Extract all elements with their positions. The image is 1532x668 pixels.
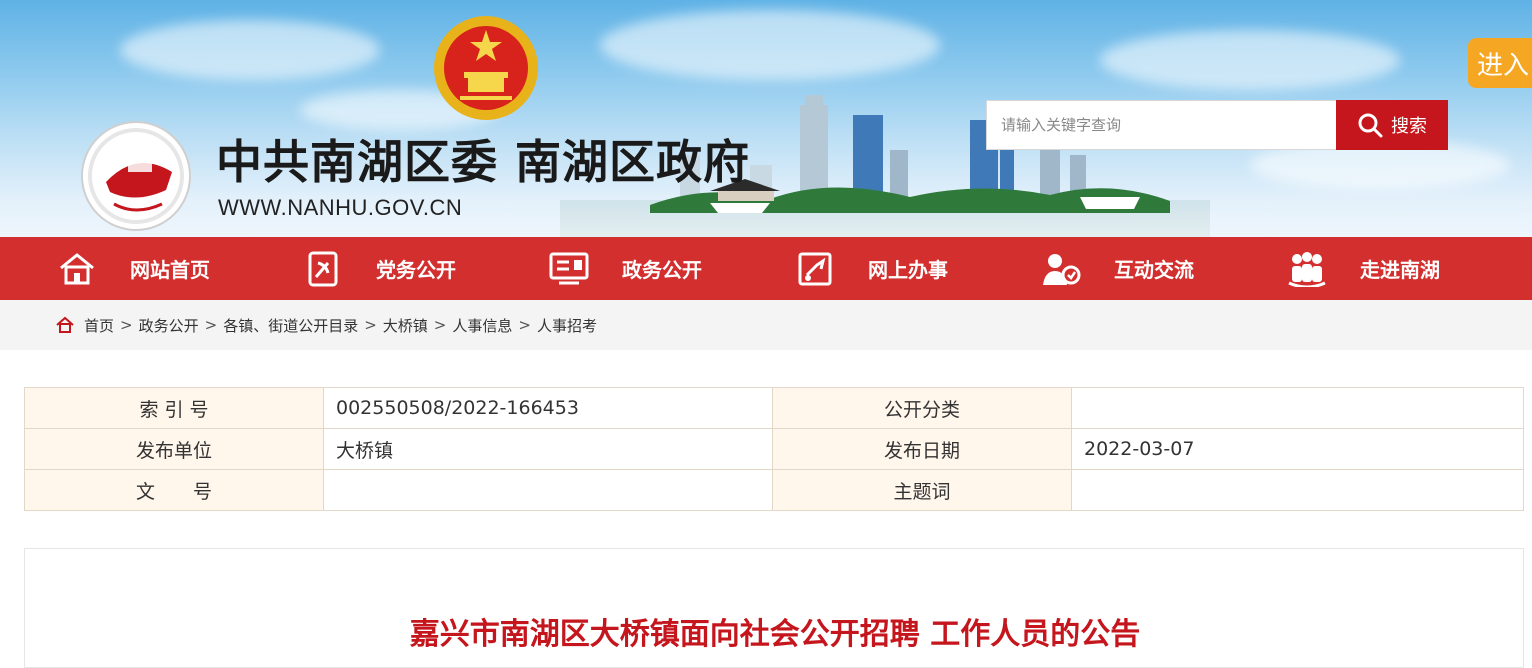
nav-item-party[interactable]: 党务公开 — [302, 237, 548, 300]
nav-item-label: 党务公开 — [376, 258, 456, 282]
meta-label: 发布日期 — [772, 428, 1072, 470]
meta-label: 公开分类 — [772, 387, 1072, 429]
meta-label: 文 号 — [24, 469, 324, 511]
breadcrumb-item[interactable]: 人事信息 — [452, 315, 512, 336]
search-button[interactable]: 搜索 — [1336, 100, 1448, 150]
cloud-decoration — [600, 10, 940, 80]
meta-label: 发布单位 — [24, 428, 324, 470]
nav-item-label: 政务公开 — [622, 258, 702, 282]
party-flag-icon — [302, 248, 344, 290]
breadcrumb-item[interactable]: 大桥镇 — [383, 315, 428, 336]
search-input[interactable] — [986, 100, 1336, 150]
interaction-icon — [1040, 248, 1082, 290]
main-nav: 网站首页 党务公开 政务公开 网上办事 互动交流 走进南湖 — [0, 237, 1532, 300]
meta-value — [1071, 469, 1524, 511]
meta-value: 大桥镇 — [323, 428, 773, 470]
site-title: 中共南湖区委 南湖区政府 — [216, 135, 751, 189]
breadcrumb-separator: > — [518, 316, 531, 334]
nav-item-online-service[interactable]: 网上办事 — [794, 237, 1040, 300]
table-row: 索 引 号 002550508/2022-166453 公开分类 — [24, 387, 1524, 429]
breadcrumb-separator: > — [120, 316, 133, 334]
cloud-decoration — [120, 20, 380, 80]
breadcrumb-separator: > — [364, 316, 377, 334]
enter-button[interactable]: 进入 — [1468, 38, 1532, 88]
breadcrumb-item[interactable]: 人事招考 — [537, 315, 597, 336]
meta-label: 索 引 号 — [24, 387, 324, 429]
document-meta-table: 索 引 号 002550508/2022-166453 公开分类 发布单位 大桥… — [24, 387, 1524, 511]
people-group-icon — [1286, 248, 1328, 290]
table-row: 文 号 主题词 — [24, 469, 1524, 511]
header-banner: 中共南湖区委 南湖区政府 WWW.NANHU.GOV.CN 搜索 进入 — [0, 0, 1532, 237]
breadcrumb-separator: > — [204, 316, 218, 334]
table-row: 发布单位 大桥镇 发布日期 2022-03-07 — [24, 428, 1524, 470]
meta-label: 主题词 — [772, 469, 1072, 511]
nanhu-logo-icon — [81, 121, 191, 231]
meta-value — [1071, 387, 1524, 429]
gov-screen-icon — [548, 248, 590, 290]
meta-value: 2022-03-07 — [1071, 428, 1524, 470]
search-bar: 搜索 — [986, 100, 1448, 150]
nav-item-label: 走进南湖 — [1360, 258, 1440, 282]
nav-item-gov[interactable]: 政务公开 — [548, 237, 794, 300]
nav-item-label: 网上办事 — [868, 258, 948, 282]
search-button-label: 搜索 — [1391, 116, 1427, 137]
cloud-decoration — [1100, 30, 1400, 90]
online-service-icon — [794, 248, 836, 290]
nav-item-about[interactable]: 走进南湖 — [1286, 237, 1532, 300]
site-url: WWW.NANHU.GOV.CN — [218, 195, 463, 220]
breadcrumb-item[interactable]: 首页 — [84, 315, 114, 336]
nav-item-interaction[interactable]: 互动交流 — [1040, 237, 1286, 300]
search-icon — [1358, 113, 1383, 138]
meta-value — [323, 469, 773, 511]
article-title: 嘉兴市南湖区大桥镇面向社会公开招聘 工作人员的公告 — [409, 617, 1141, 652]
nav-item-home[interactable]: 网站首页 — [56, 237, 302, 300]
home-icon — [56, 316, 74, 333]
national-emblem-icon — [434, 16, 538, 120]
article-container: 嘉兴市南湖区大桥镇面向社会公开招聘 工作人员的公告 — [24, 548, 1524, 668]
breadcrumb-separator: > — [433, 316, 447, 334]
breadcrumb-item[interactable]: 政务公开 — [139, 315, 199, 336]
breadcrumb-item[interactable]: 各镇、街道公开目录 — [223, 315, 358, 336]
home-icon — [56, 248, 98, 290]
nav-item-label: 网站首页 — [130, 258, 210, 282]
breadcrumb: 首页 > 政务公开 > 各镇、街道公开目录 > 大桥镇 > 人事信息 > 人事招… — [0, 300, 1532, 350]
meta-value: 002550508/2022-166453 — [323, 387, 773, 429]
nav-item-label: 互动交流 — [1114, 258, 1194, 282]
